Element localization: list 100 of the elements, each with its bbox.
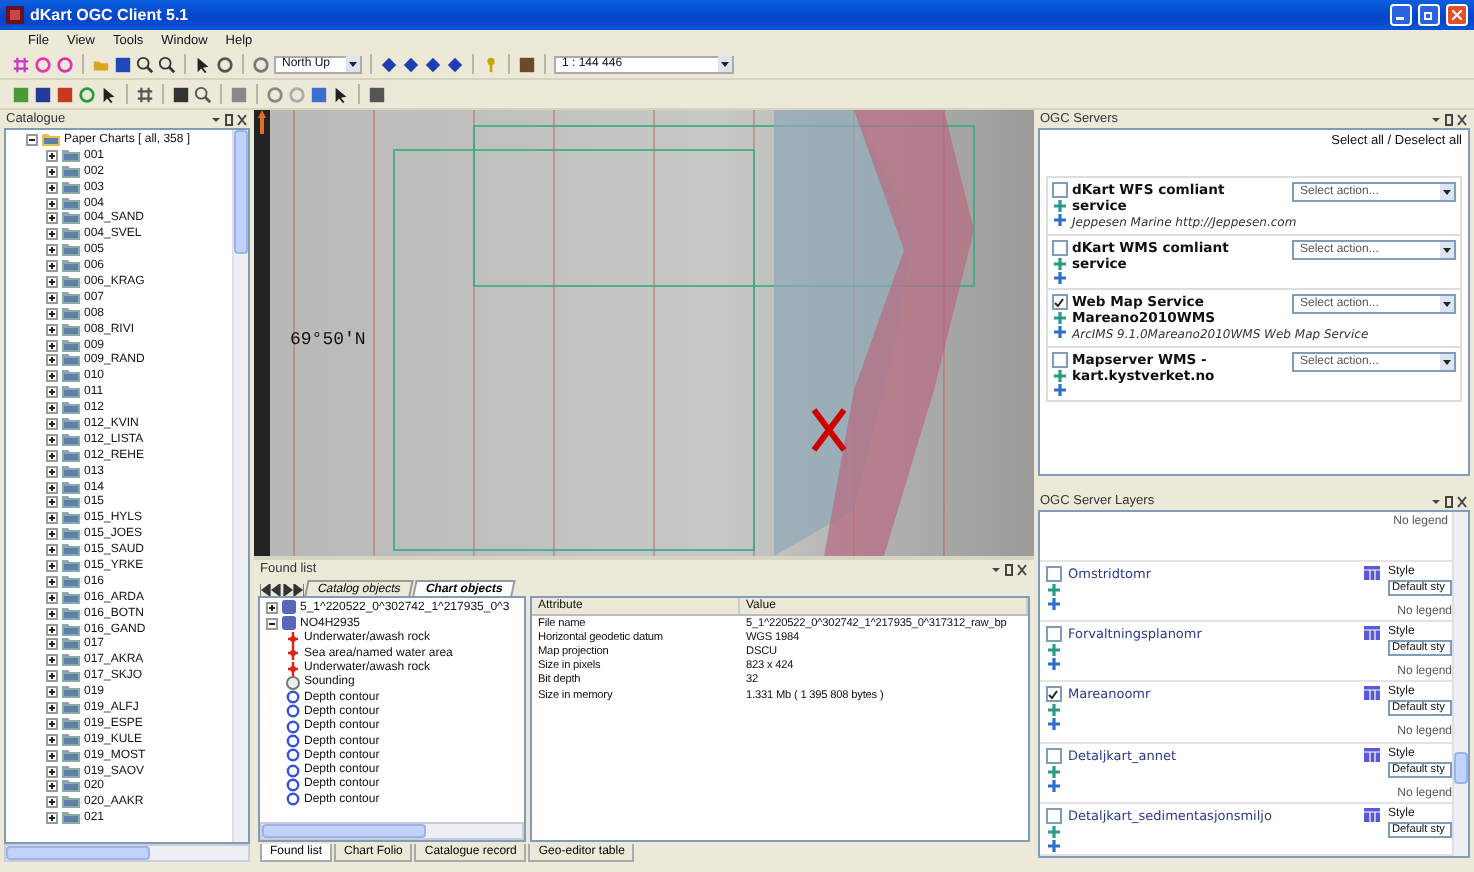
expander-icon[interactable] <box>46 528 58 541</box>
expander-icon[interactable] <box>46 370 58 383</box>
checkbox[interactable] <box>1045 626 1061 643</box>
scrollbar[interactable] <box>260 822 524 840</box>
plus-icon[interactable] <box>1047 718 1059 731</box>
expander-icon[interactable] <box>46 197 58 209</box>
checkbox[interactable] <box>1051 294 1067 310</box>
expander-icon[interactable] <box>46 654 58 667</box>
plus-icon[interactable] <box>1053 258 1065 270</box>
scrollbar[interactable] <box>4 844 250 862</box>
expander-icon[interactable] <box>46 765 58 778</box>
plus-icon[interactable] <box>1053 370 1065 382</box>
pin-close-icon[interactable] <box>1432 495 1468 507</box>
expander-icon[interactable] <box>26 133 38 146</box>
expander-icon[interactable] <box>46 165 58 178</box>
plus-icon[interactable] <box>1047 658 1059 671</box>
expander-icon[interactable] <box>46 638 58 651</box>
plus-icon[interactable] <box>1047 644 1059 657</box>
scrollbar[interactable] <box>1452 512 1468 856</box>
circle-icon[interactable] <box>266 85 284 103</box>
expander-icon[interactable] <box>46 386 58 399</box>
table-icon[interactable] <box>1364 626 1380 641</box>
table-icon[interactable] <box>1364 686 1380 701</box>
grid-icon[interactable] <box>12 55 30 73</box>
square-icon[interactable] <box>56 85 74 103</box>
expander-icon[interactable] <box>46 717 58 730</box>
checkbox[interactable] <box>1045 747 1061 764</box>
table-icon[interactable] <box>1364 807 1380 822</box>
expander-icon[interactable] <box>46 812 58 825</box>
square-icon[interactable] <box>34 85 52 103</box>
expander-icon[interactable] <box>46 670 58 683</box>
expander-icon[interactable] <box>46 481 58 494</box>
plus-icon[interactable] <box>1047 704 1059 717</box>
plus-icon[interactable] <box>1047 825 1059 838</box>
plus-icon[interactable] <box>1047 765 1059 778</box>
expander-icon[interactable] <box>46 749 58 762</box>
expander-icon[interactable] <box>46 607 58 620</box>
checkbox[interactable] <box>1051 352 1067 368</box>
expander-icon[interactable] <box>46 275 58 288</box>
pointer-icon[interactable] <box>100 85 118 103</box>
minimize-button[interactable] <box>1390 4 1412 26</box>
expander-icon[interactable] <box>266 601 278 614</box>
expander-icon[interactable] <box>46 591 58 604</box>
plus-icon[interactable] <box>1047 839 1059 852</box>
circle-icon[interactable] <box>56 55 74 73</box>
expander-icon[interactable] <box>46 354 58 367</box>
close-button[interactable] <box>1446 4 1468 26</box>
plus-icon[interactable] <box>1047 779 1059 792</box>
expander-icon[interactable] <box>46 780 58 793</box>
checkbox[interactable] <box>1045 807 1061 824</box>
expander-icon[interactable] <box>46 244 58 257</box>
scrollbar[interactable] <box>232 130 248 842</box>
expander-icon[interactable] <box>46 339 58 352</box>
pin-close-icon[interactable] <box>1432 113 1468 125</box>
restore-button[interactable] <box>1418 4 1440 26</box>
expander-icon[interactable] <box>46 307 58 320</box>
expander-icon[interactable] <box>46 686 58 699</box>
plus-icon[interactable] <box>1053 384 1065 396</box>
expander-icon[interactable] <box>46 449 58 462</box>
navigation-arrows-icon[interactable] <box>260 584 304 596</box>
expander-icon[interactable] <box>46 323 58 336</box>
checkbox[interactable] <box>1045 686 1061 703</box>
expander-icon[interactable] <box>266 617 278 630</box>
pin-close-icon[interactable] <box>212 113 248 125</box>
table-icon[interactable] <box>1364 747 1380 762</box>
expander-icon[interactable] <box>46 291 58 304</box>
plus-icon[interactable] <box>1047 598 1059 610</box>
expander-icon[interactable] <box>46 465 58 478</box>
expander-icon[interactable] <box>46 512 58 525</box>
expander-icon[interactable] <box>46 623 58 636</box>
expander-icon[interactable] <box>46 181 58 194</box>
expander-icon[interactable] <box>46 417 58 430</box>
pin-close-icon[interactable] <box>992 563 1028 575</box>
expander-icon[interactable] <box>46 559 58 572</box>
expander-icon[interactable] <box>46 402 58 415</box>
table-icon[interactable] <box>1364 566 1380 580</box>
expander-icon[interactable] <box>46 702 58 714</box>
plus-icon[interactable] <box>1053 312 1065 324</box>
checkbox[interactable] <box>1051 182 1067 198</box>
checkbox[interactable] <box>1051 240 1067 256</box>
plus-icon[interactable] <box>1053 200 1065 212</box>
expander-icon[interactable] <box>46 228 58 241</box>
expander-icon[interactable] <box>46 796 58 809</box>
square-icon[interactable] <box>310 85 328 103</box>
checkbox[interactable] <box>1045 566 1061 582</box>
expander-icon[interactable] <box>46 544 58 557</box>
expander-icon[interactable] <box>46 433 58 446</box>
zoom-in-icon[interactable] <box>136 55 154 73</box>
expander-icon[interactable] <box>46 496 58 509</box>
expander-icon[interactable] <box>46 575 58 588</box>
square-icon[interactable] <box>114 55 132 73</box>
plus-icon[interactable] <box>1053 272 1065 284</box>
plus-icon[interactable] <box>1053 326 1065 338</box>
plus-icon[interactable] <box>1047 584 1059 596</box>
zoom-out-icon[interactable] <box>158 55 176 73</box>
zoom-in-icon[interactable] <box>194 85 212 103</box>
plus-icon[interactable] <box>1053 214 1065 226</box>
expander-icon[interactable] <box>46 212 58 225</box>
expander-icon[interactable] <box>46 149 58 162</box>
pointer-icon[interactable] <box>194 55 212 73</box>
